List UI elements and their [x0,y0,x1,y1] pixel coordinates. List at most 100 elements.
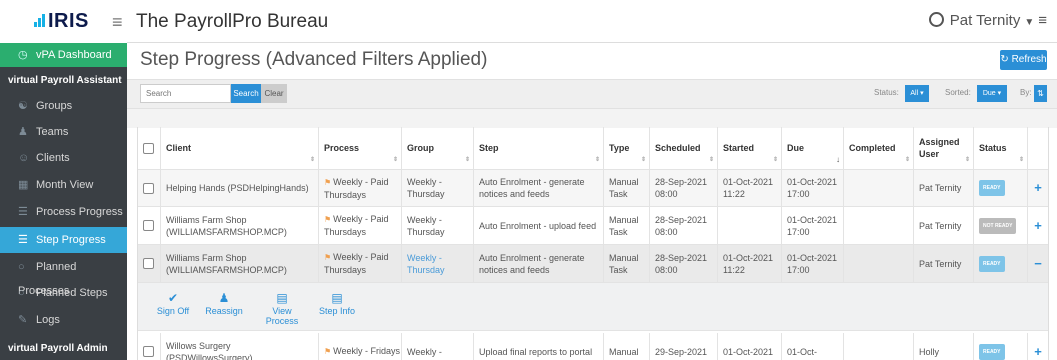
sidebar-item-process-progress[interactable]: ☰ Process Progress [0,200,127,224]
view-process-action[interactable]: ▤ View Process [255,291,309,326]
cell-process: ⚑ Weekly - Paid Thursdays [318,207,401,244]
sidebar-item-teams[interactable]: ♟ Teams [0,120,127,144]
cell-due: 01-Oct-2021 17:00 [781,207,843,244]
sidebar-section-vpa: virtual Payroll Assistant [8,75,122,86]
col-started[interactable]: Started ⇕ [717,127,781,169]
status-filter-value: All [910,90,919,97]
cell-step: Auto Enrolment - generate notices and fe… [473,170,603,206]
cell-type: Manual Task [603,170,649,206]
action-label: Reassign [205,306,243,316]
refresh-label: Refresh [1011,54,1047,65]
row-checkbox[interactable] [143,220,154,231]
status-badge: NOT READY [979,217,1017,234]
sort-icon: ⇕ [708,157,714,163]
table-row[interactable]: Helping Hands (PSDHelpingHands) ⚑ Weekly … [138,170,1048,207]
cell-process: ⚑ Weekly - Fridays [318,333,401,360]
cell-group: Weekly - Thursday [401,207,473,244]
expand-cell: + [1027,207,1048,244]
reassign-icon: ♟ [218,291,230,305]
row-checkbox[interactable] [143,346,154,357]
sidebar-item-vpa-dashboard[interactable]: ◷ vPA Dashboard [0,43,127,67]
row-action-bar: ✔ Sign Off ♟ Reassign ▤ View Process ▤ Step … [138,283,1048,331]
process-text: Weekly - Paid Thursdays [324,176,389,200]
col-label: Type [609,143,630,153]
col-due[interactable]: Due ↓ [781,127,843,169]
sidebar-item-label: Step Progress [36,234,106,246]
col-client[interactable]: Client ⇕ [160,127,318,169]
sort-desc-icon: ↓ [836,155,840,164]
sort-icon: ⇕ [464,157,470,163]
cell-step: Auto Enrolment - generate notices and fe… [473,245,603,282]
cell-process: ⚑ Weekly - Paid Thursdays [318,245,401,282]
row-checkbox[interactable] [143,258,154,269]
logo-bars-icon [34,10,46,33]
table-row[interactable]: Willows Surgery (PSDWillowsSurgery) ⚑ Wee… [138,333,1048,360]
col-label: Step [479,143,499,153]
clear-button[interactable]: Clear [261,84,287,103]
cell-completed [843,333,913,360]
options-menu-icon[interactable]: ≡ [1038,12,1047,29]
user-menu[interactable]: Pat Ternity ▼ ≡ [928,12,1047,29]
sidebar-section-admin: virtual Payroll Admin [8,343,108,354]
expand-icon[interactable]: + [1034,345,1042,358]
sidebar-item-logs[interactable]: ✎ Logs [0,308,127,332]
sidebar-item-label: Clients [36,152,70,164]
col-process[interactable]: Process ⇕ [318,127,401,169]
table-row-expanded[interactable]: Williams Farm Shop (WILLIAMSFARMSHOP.MCP… [138,245,1048,283]
col-assigned-user[interactable]: Assigned User ⇕ [913,127,973,169]
step-info-action[interactable]: ▤ Step Info [316,291,358,316]
logs-icon: ✎ [18,314,28,326]
sidebar: ◷ vPA Dashboard virtual Payroll Assistant… [0,43,127,360]
reassign-action[interactable]: ♟ Reassign [202,291,246,316]
table-row[interactable]: Williams Farm Shop (WILLIAMSFARMSHOP.MCP… [138,207,1048,245]
col-label: Scheduled [655,143,701,153]
col-step[interactable]: Step ⇕ [473,127,603,169]
sign-off-action[interactable]: ✔ Sign Off [155,291,191,316]
search-input[interactable] [140,84,231,103]
bars-icon: ☰ [18,206,28,218]
collapse-icon[interactable]: − [1034,257,1042,270]
status-filter-select[interactable]: All ▾ [905,85,929,102]
expand-icon[interactable]: + [1034,219,1042,232]
col-scheduled[interactable]: Scheduled ⇕ [649,127,717,169]
refresh-button[interactable]: ↻ Refresh [1000,50,1047,70]
expand-icon[interactable]: + [1034,181,1042,194]
row-select-cell [138,333,160,360]
col-status[interactable]: Status ⇕ [973,127,1027,169]
col-completed[interactable]: Completed ⇕ [843,127,913,169]
sidebar-item-groups[interactable]: ☯ Groups [0,94,127,118]
table-header-row: Client ⇕ Process ⇕ Group ⇕ Step ⇕ Type ⇕ Sche… [138,127,1048,170]
cell-due: 01-Oct- [781,333,843,360]
status-filter-label: Status: [874,88,899,97]
col-type[interactable]: Type ⇕ [603,127,649,169]
row-select-cell [138,207,160,244]
sidebar-item-planned-steps[interactable]: ○ Planned Steps [0,281,127,305]
sort-direction-icon[interactable]: ⇅ [1034,85,1047,102]
search-button[interactable]: Search [231,84,261,103]
circle-icon: ○ [18,261,25,273]
cell-scheduled: 29-Sep-2021 [649,333,717,360]
row-select-cell [138,245,160,282]
sidebar-item-step-progress[interactable]: ☰ Step Progress [0,227,127,253]
cell-started: 01-Oct-2021 [717,333,781,360]
action-label: Sign Off [156,306,190,316]
sidebar-item-label: vPA Dashboard [36,49,112,61]
cell-group: Weekly - Thursday [401,170,473,206]
circle-icon: ○ [18,287,25,299]
cell-type: Manual [603,333,649,360]
select-all-checkbox[interactable] [143,142,154,154]
sidebar-item-planned-processes[interactable]: ○ Planned Processes [0,255,127,297]
sidebar-item-month-view[interactable]: ▦ Month View [0,173,127,197]
groups-icon: ☯ [18,100,28,112]
hamburger-menu-icon[interactable]: ≡ [112,12,123,33]
cell-group[interactable]: Weekly - Thursday [401,245,473,282]
iris-logo[interactable]: IRIS [34,10,89,33]
row-checkbox[interactable] [143,182,154,194]
sorted-select[interactable]: Due ▾ [977,85,1007,102]
cell-user: Pat Ternity [913,170,973,206]
status-badge: READY [979,343,1005,360]
sidebar-item-clients[interactable]: ☺ Clients [0,146,127,170]
sort-icon: ⇕ [964,157,970,163]
col-group[interactable]: Group ⇕ [401,127,473,169]
cell-status: READY [973,245,1027,282]
